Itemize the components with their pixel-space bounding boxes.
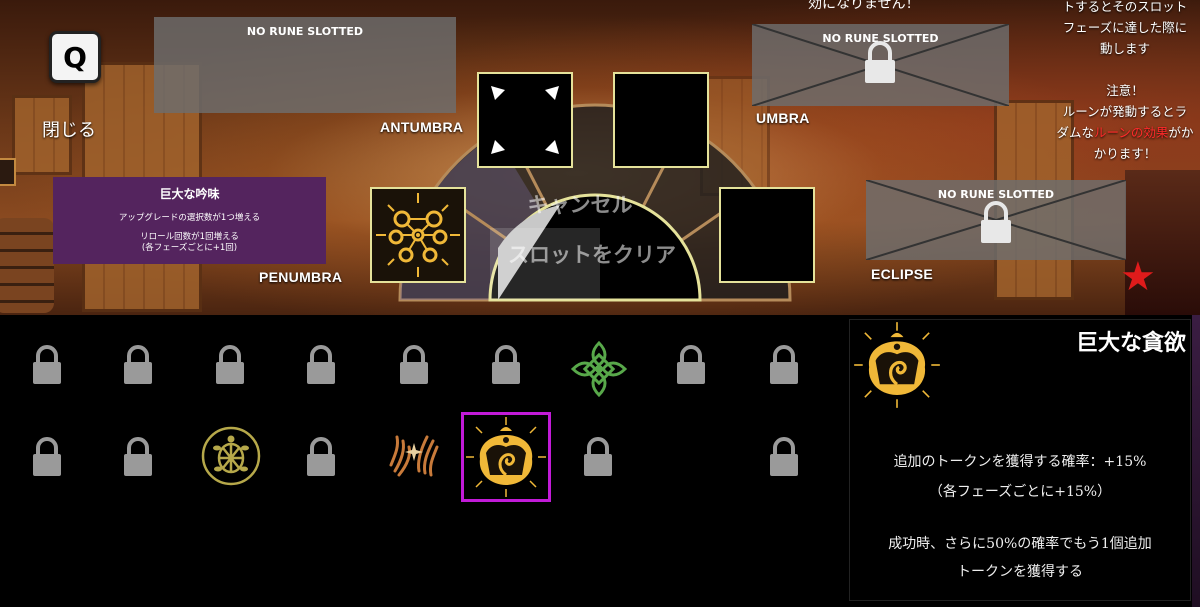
penumbra-effect-3: (各フェーズごとに+1回) — [141, 243, 238, 253]
notice-line-7: かります！ — [1093, 146, 1157, 161]
right-edge-scene — [1192, 315, 1200, 607]
penumbra-effect-1: アップグレードの選択数が1つ増える — [118, 213, 261, 223]
notice-spacer — [1050, 59, 1200, 80]
inventory-slot-locked[interactable] — [301, 437, 341, 477]
lock-icon — [492, 345, 520, 384]
hands-rune-icon — [389, 435, 439, 477]
notice-line-5: ルーンが発動するとラ — [1062, 104, 1188, 119]
rune-detail-panel: 巨大な貪欲 追加のトークンを獲得する確率：+15% （各フェーズごとに+15%）… — [835, 315, 1200, 607]
notice-line-3: 動します — [1099, 41, 1150, 56]
inventory-slot-locked[interactable] — [27, 345, 67, 385]
detail-effect-line-2: （各フェーズごとに+15%） — [928, 484, 1112, 500]
key-q-label: Q — [63, 40, 87, 74]
lock-icon — [216, 345, 244, 384]
devour-rune-large-icon — [854, 322, 940, 408]
clover-rune-icon — [570, 340, 628, 398]
turtle-rune-icon — [201, 426, 261, 486]
notice-pre: ダムな — [1056, 125, 1095, 140]
eclipse-tooltip: NO RUNE SLOTTED — [866, 180, 1126, 260]
inventory-slot-locked[interactable] — [394, 345, 434, 385]
detail-effect-line-1: 追加のトークンを獲得する確率：+15% — [893, 454, 1147, 470]
inventory-slot-locked[interactable] — [27, 437, 67, 477]
notice-red-highlight: ルーンの効果 — [1094, 125, 1169, 140]
slot-label-eclipse: ECLIPSE — [871, 266, 934, 282]
constellation-rune-icon — [376, 193, 460, 277]
cancel-button[interactable]: キャンセル — [515, 189, 645, 219]
lock-icon — [400, 345, 428, 384]
inventory-slot-hands-rune[interactable] — [382, 424, 446, 488]
umbra-lock-icon — [865, 41, 895, 83]
rune-notice: トするとそのスロット フェーズに達した際に 動します 注意！ ルーンが発動すると… — [1050, 0, 1200, 164]
antumbra-tooltip: NO RUNE SLOTTED — [154, 17, 456, 113]
star-decal-icon: ★ — [1120, 254, 1156, 300]
lock-icon — [770, 437, 798, 476]
inventory-slot-locked[interactable] — [764, 345, 804, 385]
inventory-slot-locked[interactable] — [118, 345, 158, 385]
lock-icon — [124, 345, 152, 384]
notice-warning-title: 注意！ — [1106, 83, 1144, 98]
inventory-slot-clover-rune[interactable] — [565, 335, 633, 403]
notice-line-6: ダムなルーンの効果がか — [1050, 122, 1200, 143]
inventory-slot-selected[interactable] — [461, 412, 551, 502]
hint-text-top: 効になりません！ — [808, 0, 920, 12]
inventory-slot-locked[interactable] — [671, 345, 711, 385]
inventory-slot-locked[interactable] — [301, 345, 341, 385]
close-label[interactable]: 閉じる — [42, 116, 96, 142]
notice-line-1: トするとそのスロット — [1062, 0, 1188, 14]
clear-slot-button[interactable]: スロットをクリア — [497, 241, 687, 269]
lock-icon — [307, 345, 335, 384]
lock-icon — [33, 345, 61, 384]
slot-label-penumbra: PENUMBRA — [259, 269, 343, 285]
inventory-slot-turtle-rune[interactable] — [199, 424, 263, 488]
inventory-slot-locked[interactable] — [764, 437, 804, 477]
lock-icon — [33, 437, 61, 476]
umbra-slot[interactable] — [613, 72, 709, 168]
inventory-slot-locked[interactable] — [578, 437, 618, 477]
eclipse-lock-icon — [981, 201, 1011, 243]
notice-line-2: フェーズに達した際に — [1062, 20, 1188, 35]
detail-effect-line-4: トークンを獲得する — [957, 564, 1083, 580]
detail-rune-icon-wrap — [852, 320, 942, 410]
selection-corners-icon — [491, 86, 559, 154]
wall-sign — [0, 158, 16, 186]
lock-icon — [307, 437, 335, 476]
lock-icon — [124, 437, 152, 476]
inventory-slot-locked[interactable] — [210, 345, 250, 385]
devour-rune-icon — [466, 417, 546, 497]
penumbra-slot[interactable] — [370, 187, 466, 283]
eclipse-slot[interactable] — [719, 187, 815, 283]
close-key-q-button[interactable]: Q — [49, 31, 101, 83]
penumbra-effect-2: リロール回数が1回増える — [140, 232, 239, 242]
detail-rune-title: 巨大な貪欲 — [1075, 331, 1186, 356]
inventory-slot-locked[interactable] — [118, 437, 158, 477]
lock-icon — [770, 345, 798, 384]
barrel-left — [0, 218, 54, 313]
antumbra-slot[interactable] — [477, 72, 573, 168]
notice-post: がか — [1168, 125, 1194, 140]
penumbra-tooltip: 巨大な吟味 アップグレードの選択数が1つ増える リロール回数が1回増える (各フ… — [53, 177, 326, 264]
lock-icon — [677, 345, 705, 384]
lock-icon — [584, 437, 612, 476]
detail-effect-line-3: 成功時、さらに50%の確率でもう1個追加 — [888, 536, 1152, 552]
penumbra-rune-name: 巨大な吟味 — [159, 187, 220, 201]
inventory-slot-locked[interactable] — [486, 345, 526, 385]
umbra-tooltip: NO RUNE SLOTTED — [752, 24, 1009, 106]
antumbra-status: NO RUNE SLOTTED — [246, 25, 364, 38]
